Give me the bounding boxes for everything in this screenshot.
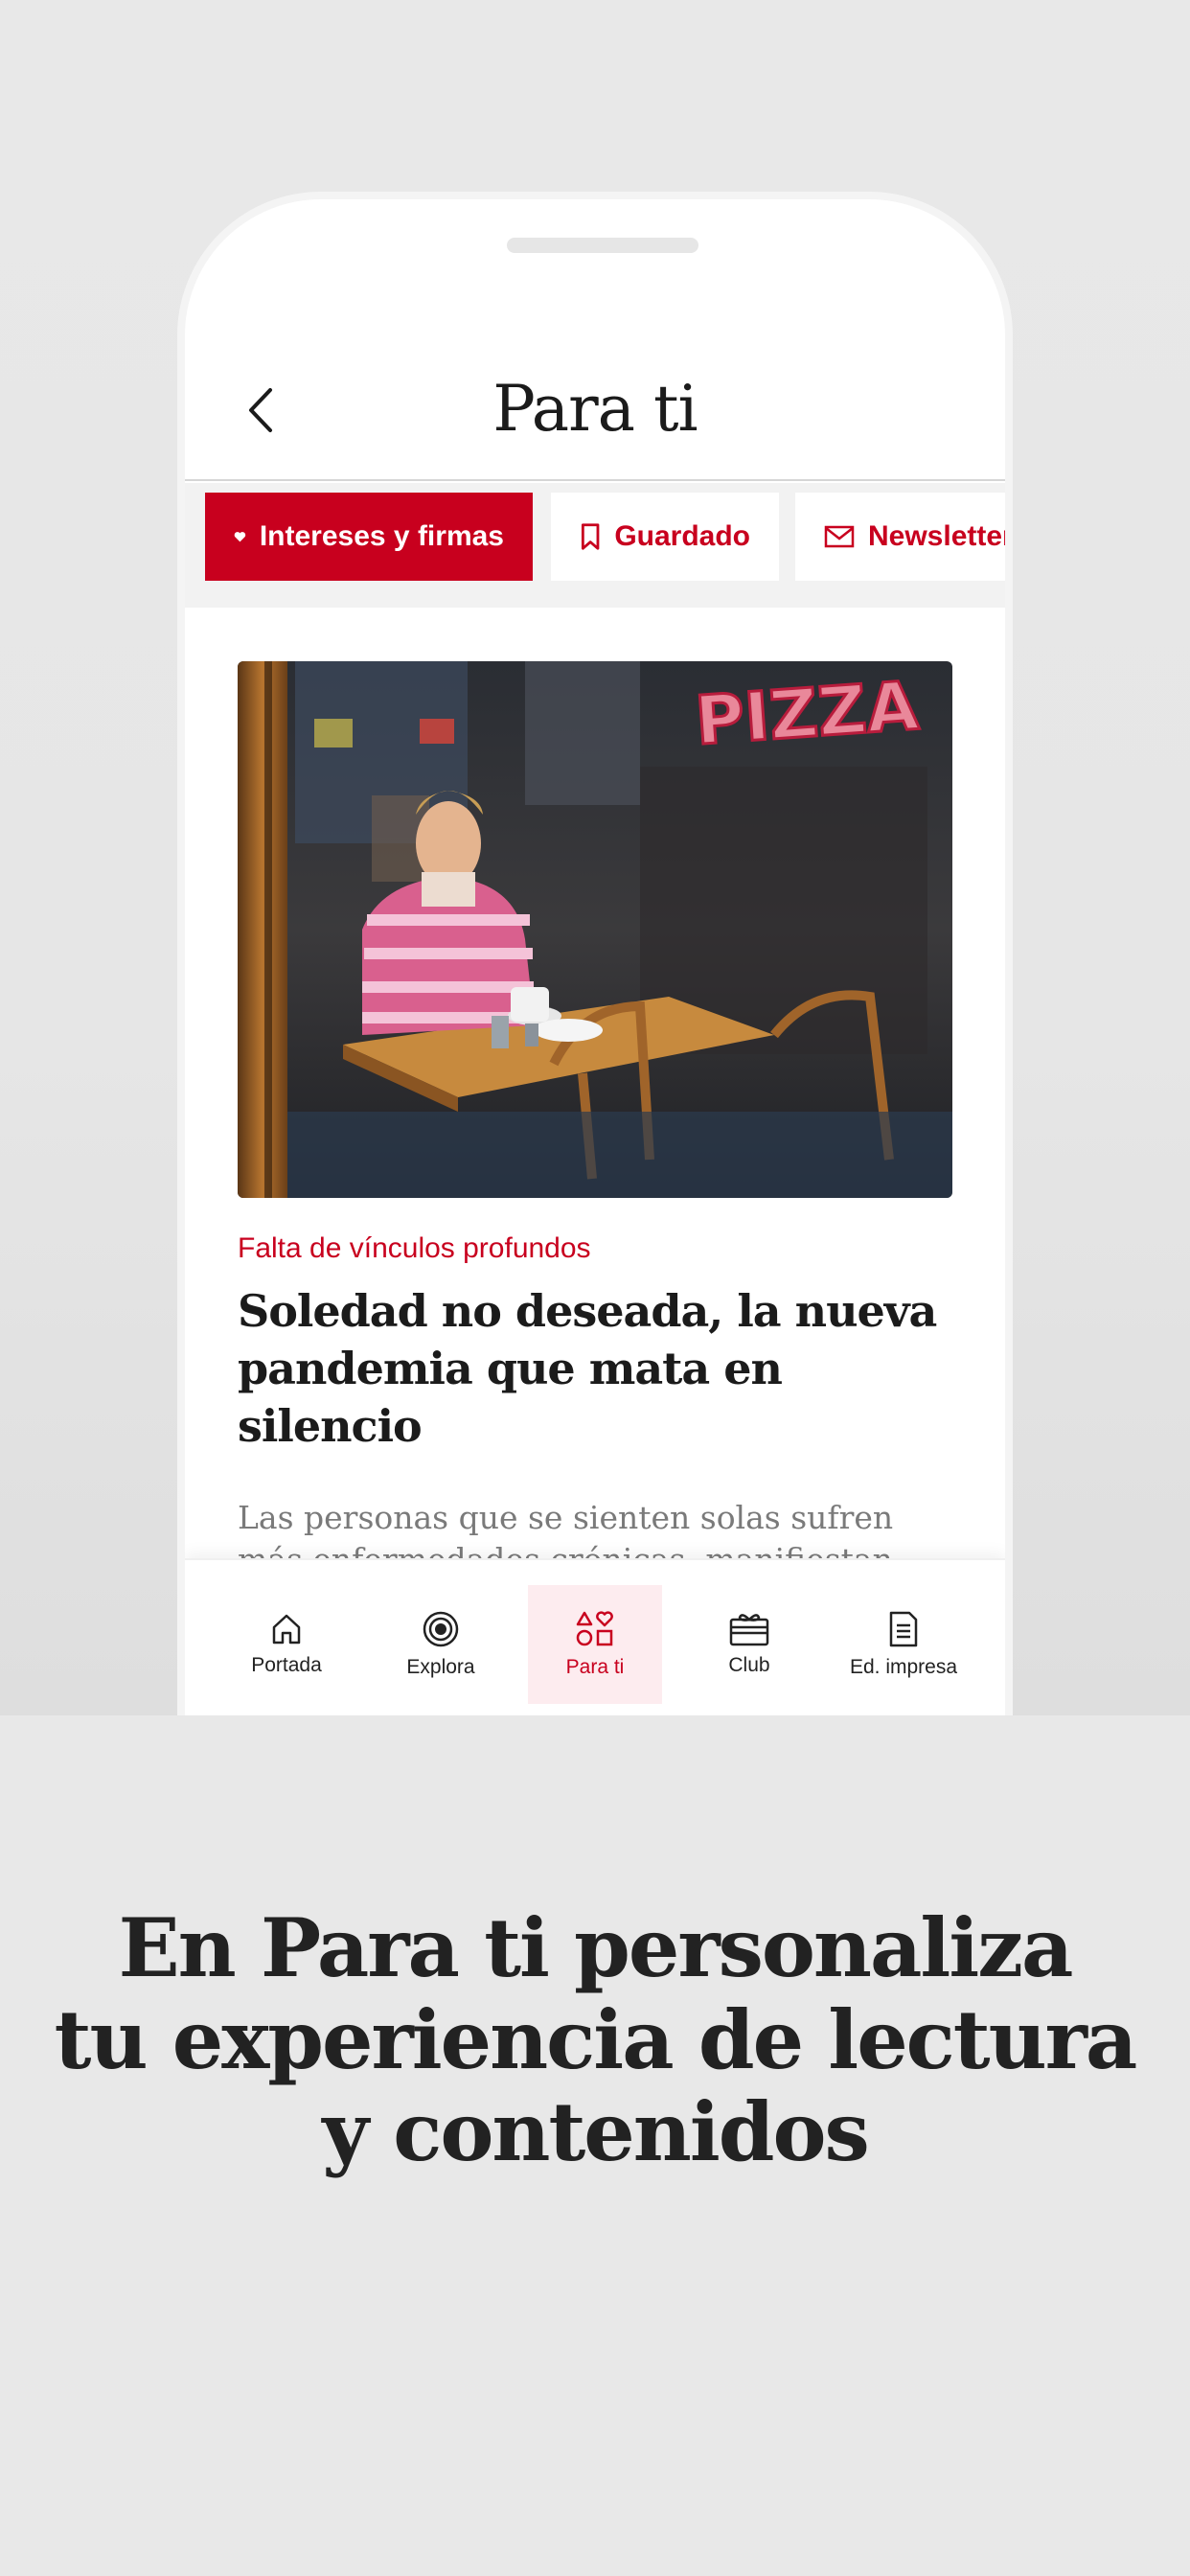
page-title: Para ti [492,372,698,446]
article-card[interactable]: PIZZA Falta de vínculos profundos Soleda… [238,661,952,1666]
pizza-restaurant-photo: PIZZA [238,661,952,1198]
heart-icon [234,532,246,542]
article-image[interactable]: PIZZA [238,661,952,1198]
target-icon [423,1611,459,1647]
nav-item-explora[interactable]: Explora [374,1585,508,1704]
tabs-bar: Intereses y firmas Guardado Newsletter [185,483,1005,608]
promo-caption-line-2: tu experiencia de lectura [54,1992,1138,2087]
nav-label-para-ti: Para ti [565,1656,625,1678]
tab-interests[interactable]: Intereses y firmas [205,493,533,581]
mail-icon [824,525,855,548]
gift-card-icon [729,1614,769,1646]
tab-newsletter[interactable]: Newsletter [795,493,1013,581]
promo-caption-line-3: y contenidos [322,2084,870,2179]
svg-text:PIZZA: PIZZA [693,666,921,760]
tab-saved-label: Guardado [614,520,750,552]
phone-speaker-notch [507,238,698,253]
tab-newsletter-label: Newsletter [868,520,1013,552]
nav-label-ed-impresa: Ed. impresa [849,1656,958,1678]
shapes-icon [576,1611,613,1646]
nav-item-portada[interactable]: Portada [219,1585,354,1704]
nav-label-explora: Explora [406,1656,475,1678]
promo-caption-line-1: En Para ti personaliza [118,1900,1074,1995]
nav-item-club[interactable]: Club [682,1585,816,1704]
article-kicker: Falta de vínculos profundos [238,1232,591,1264]
tab-interests-label: Intereses y firmas [259,520,504,552]
document-icon [889,1611,918,1647]
nav-label-club: Club [728,1654,770,1676]
tab-saved[interactable]: Guardado [551,493,779,581]
bottom-navigation: Portada Explora Para ti Club Ed. impresa [185,1558,1005,1715]
nav-item-para-ti[interactable]: Para ti [528,1585,662,1704]
article-headline[interactable]: Soledad no deseada, la nueva pandemia qu… [238,1282,952,1455]
bookmark-icon [581,523,600,550]
phone-area: Para ti Intereses y firmas Guardado News… [0,0,1190,1715]
promo-caption: En Para ti personaliza tu experiencia de… [0,1902,1190,2178]
nav-label-portada: Portada [251,1654,322,1676]
home-icon [272,1614,301,1644]
nav-item-ed-impresa[interactable]: Ed. impresa [836,1585,971,1704]
phone-frame: Para ti Intereses y firmas Guardado News… [177,192,1013,1715]
screen-header: Para ti [185,353,1005,481]
